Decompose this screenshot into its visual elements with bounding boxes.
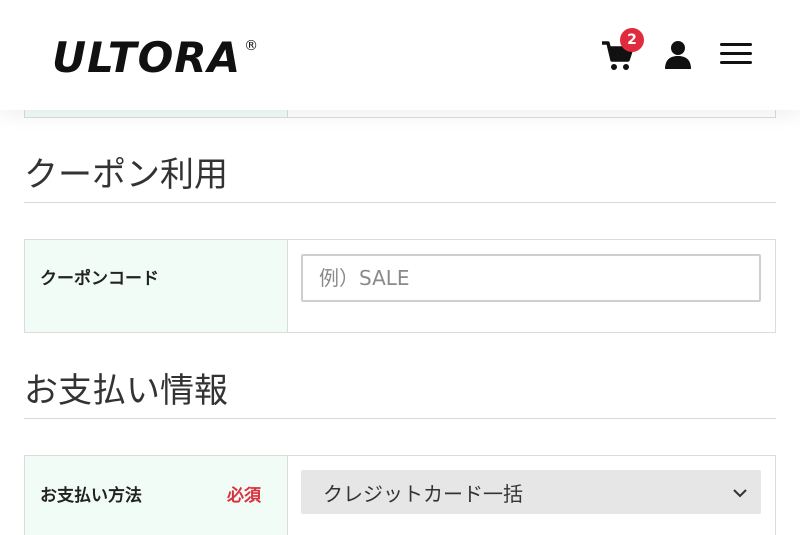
coupon-form-table: クーポンコード bbox=[24, 239, 776, 333]
payment-form-table: お支払い方法 必須 クレジットカード一括 bbox=[24, 455, 776, 535]
chevron-down-icon bbox=[731, 483, 749, 501]
payment-method-label: お支払い方法 bbox=[40, 486, 142, 506]
site-logo[interactable]: ULTORA ® bbox=[52, 36, 258, 80]
logo-text: ULTORA bbox=[52, 33, 242, 82]
hamburger-menu-icon[interactable] bbox=[720, 43, 752, 67]
coupon-code-input[interactable] bbox=[301, 254, 761, 302]
coupon-code-label: クーポンコード bbox=[40, 269, 159, 289]
cart-count-badge: 2 bbox=[620, 28, 644, 52]
menu-bar bbox=[720, 61, 752, 64]
user-icon[interactable] bbox=[664, 40, 692, 70]
coupon-section-title: クーポン利用 bbox=[24, 154, 776, 203]
coupon-label-cell: クーポンコード bbox=[25, 240, 288, 332]
menu-bar bbox=[720, 43, 752, 46]
site-header: ULTORA ® 2 bbox=[0, 0, 800, 110]
selected-payment-option: クレジットカード一括 bbox=[323, 481, 523, 506]
payment-label-cell: お支払い方法 必須 bbox=[25, 456, 288, 535]
payment-section-title: お支払い情報 bbox=[24, 370, 776, 419]
payment-method-select[interactable]: クレジットカード一括 bbox=[301, 470, 761, 514]
required-badge: 必須 bbox=[227, 486, 261, 506]
registered-mark: ® bbox=[244, 38, 259, 54]
menu-bar bbox=[720, 52, 752, 55]
